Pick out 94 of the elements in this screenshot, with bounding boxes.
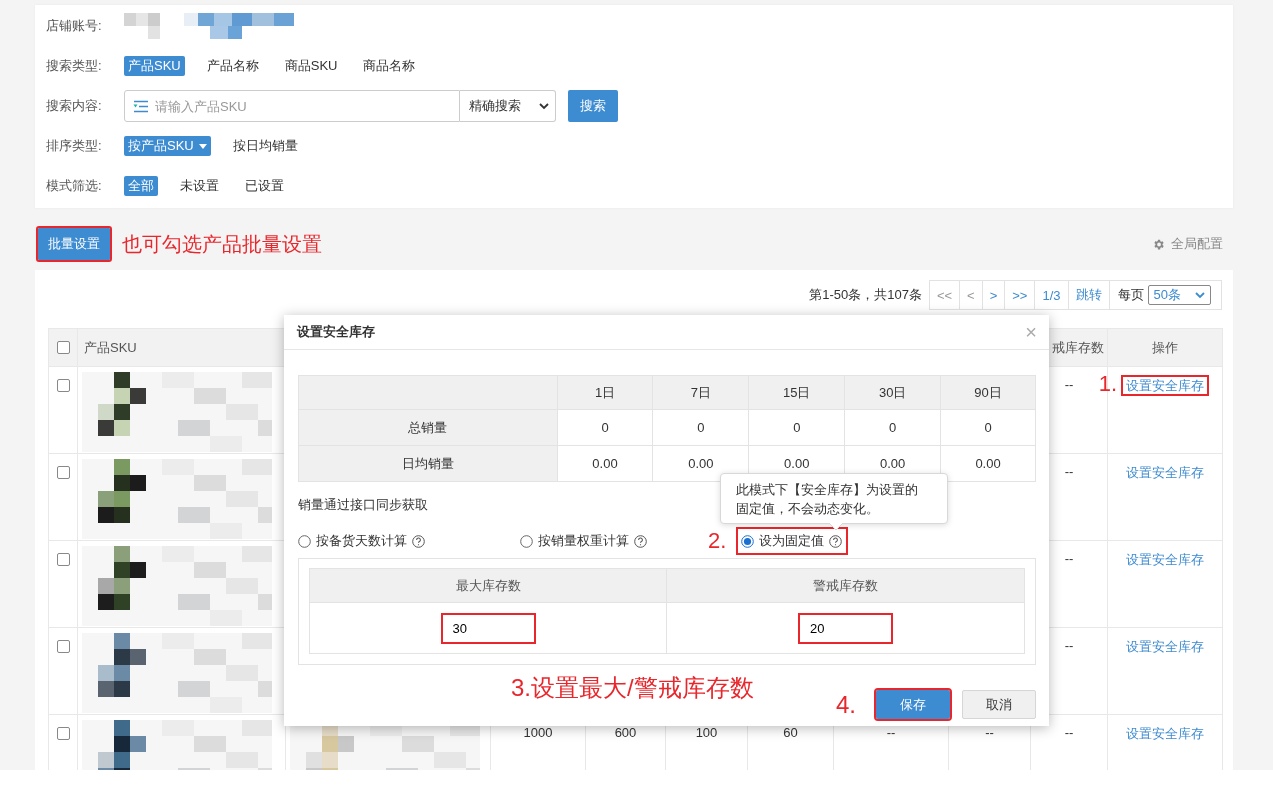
column-header: 警戒库存数 bbox=[813, 577, 878, 593]
dialog-title: 设置安全库存 bbox=[297, 323, 375, 341]
radio-option[interactable]: 设为固定值 bbox=[738, 529, 846, 553]
annotation-text: 1. bbox=[1098, 371, 1117, 397]
table-cell: 0.00 bbox=[688, 456, 714, 471]
table-cell: -- bbox=[1064, 464, 1074, 479]
close-button[interactable]: × bbox=[1025, 322, 1037, 342]
radio-option[interactable]: 按备货天数计算 bbox=[298, 529, 520, 553]
stock-input[interactable]: 20 bbox=[798, 612, 893, 644]
search-type-option[interactable]: 产品名称 bbox=[202, 56, 263, 76]
table-cell: 600 bbox=[614, 725, 637, 740]
list-icon bbox=[133, 100, 149, 113]
row-checkbox[interactable] bbox=[56, 379, 70, 392]
help-icon bbox=[412, 534, 425, 548]
gear-icon bbox=[1152, 237, 1165, 251]
page-button[interactable]: 跳转 bbox=[1068, 281, 1110, 309]
table-cell: -- bbox=[886, 725, 896, 740]
header-checkbox[interactable] bbox=[56, 340, 70, 354]
row-header: 总销量 bbox=[408, 419, 448, 435]
search-type-option[interactable]: 商品SKU bbox=[280, 56, 342, 76]
search-field[interactable]: 请输入产品SKU bbox=[124, 90, 460, 122]
field-label: 店铺账号: bbox=[46, 17, 103, 35]
search-type-option[interactable]: 产品SKU bbox=[124, 56, 185, 76]
table-cell: -- bbox=[1064, 725, 1074, 740]
field-label: 搜索内容: bbox=[46, 97, 103, 115]
set-stock-link[interactable]: 设置安全库存 bbox=[1123, 377, 1207, 394]
mode-filter-option[interactable]: 全部 bbox=[124, 176, 158, 196]
radio-option[interactable]: 按销量权重计算 bbox=[520, 529, 708, 553]
table-cell: 0 bbox=[601, 420, 609, 435]
row-header: 日均销量 bbox=[401, 455, 454, 471]
column-header: 操作 bbox=[1152, 339, 1178, 355]
search-button[interactable]: 搜索 bbox=[568, 90, 618, 122]
table-cell: 0 bbox=[984, 420, 992, 435]
page-button[interactable]: 1/3 bbox=[1035, 281, 1069, 309]
row-checkbox[interactable] bbox=[56, 640, 70, 653]
row-checkbox[interactable] bbox=[56, 553, 70, 566]
column-header: 戒库存数 bbox=[1052, 339, 1104, 355]
table-cell: 0 bbox=[697, 420, 705, 435]
field-label: 排序类型: bbox=[46, 137, 103, 155]
column-header: 30日 bbox=[878, 384, 907, 400]
table-cell: 0.00 bbox=[592, 456, 618, 471]
source-note: 销量通过接口同步获取 bbox=[298, 496, 428, 514]
stock-input[interactable]: 30 bbox=[440, 612, 536, 644]
table-cell: 0 bbox=[793, 420, 801, 435]
table-cell: -- bbox=[985, 725, 994, 740]
column-header: 7日 bbox=[690, 384, 711, 400]
table-cell: 0.00 bbox=[880, 456, 906, 471]
table-cell: 100 bbox=[695, 725, 718, 740]
table-cell: -- bbox=[1064, 638, 1074, 653]
mode-filter-option[interactable]: 未设置 bbox=[176, 176, 223, 196]
page-button[interactable]: > bbox=[982, 281, 1006, 309]
batch-settings-button[interactable]: 批量设置 bbox=[38, 228, 110, 260]
column-header: 15日 bbox=[783, 384, 811, 400]
table-cell: 0 bbox=[889, 420, 897, 435]
match-mode-select[interactable]: 精确搜索 bbox=[460, 90, 556, 122]
sort-type-option[interactable]: 按日均销量 bbox=[228, 136, 302, 156]
help-icon bbox=[829, 534, 842, 548]
per-page-label: 每页 bbox=[1116, 286, 1145, 304]
table-cell: 0.00 bbox=[784, 456, 810, 471]
annotation-text: 4. bbox=[836, 691, 856, 719]
per-page-select[interactable]: 50条 bbox=[1147, 285, 1211, 305]
save-button[interactable]: 保存 bbox=[876, 690, 950, 719]
table-cell: -- bbox=[1064, 377, 1074, 392]
column-header: 最大库存数 bbox=[455, 577, 521, 593]
row-checkbox[interactable] bbox=[56, 466, 70, 479]
page-summary: 第1-50条，共107条 bbox=[809, 286, 922, 304]
set-stock-link[interactable]: 设置安全库存 bbox=[1123, 464, 1207, 481]
sort-type-option[interactable]: 按产品SKU bbox=[124, 136, 211, 156]
table-cell: -- bbox=[1064, 551, 1074, 566]
annotation-text: 也可勾选产品批量设置 bbox=[122, 231, 322, 257]
annotation-text: 3.设置最大/警戒库存数 bbox=[511, 673, 754, 703]
field-label: 模式筛选: bbox=[46, 177, 103, 195]
page-button[interactable]: >> bbox=[1005, 281, 1036, 309]
chevron-icon bbox=[1195, 291, 1205, 299]
annotation-text: 2. bbox=[708, 528, 728, 554]
table-cell: 0.00 bbox=[975, 456, 1001, 471]
chevron-icon bbox=[539, 102, 549, 110]
column-header: 产品SKU bbox=[84, 339, 137, 355]
set-stock-link[interactable]: 设置安全库存 bbox=[1123, 638, 1207, 655]
caret-icon bbox=[198, 143, 207, 149]
tooltip: 此模式下【安全库存】为设置的固定值，不会动态变化。 bbox=[720, 473, 948, 524]
field-label: 搜索类型: bbox=[46, 57, 103, 75]
set-stock-link[interactable]: 设置安全库存 bbox=[1123, 551, 1207, 568]
column-header: 1日 bbox=[594, 384, 616, 400]
tooltip-pointer bbox=[829, 523, 843, 531]
mode-filter-option[interactable]: 已设置 bbox=[241, 176, 288, 196]
global-config-button[interactable]: 全局配置 bbox=[1152, 235, 1223, 253]
search-type-option[interactable]: 商品名称 bbox=[359, 56, 420, 76]
table-cell: 60 bbox=[783, 725, 798, 740]
column-header: 90日 bbox=[974, 384, 1002, 400]
row-checkbox[interactable] bbox=[56, 727, 70, 740]
cancel-button[interactable]: 取消 bbox=[962, 690, 1036, 719]
table-cell: 1000 bbox=[523, 725, 553, 740]
help-icon bbox=[634, 534, 647, 548]
